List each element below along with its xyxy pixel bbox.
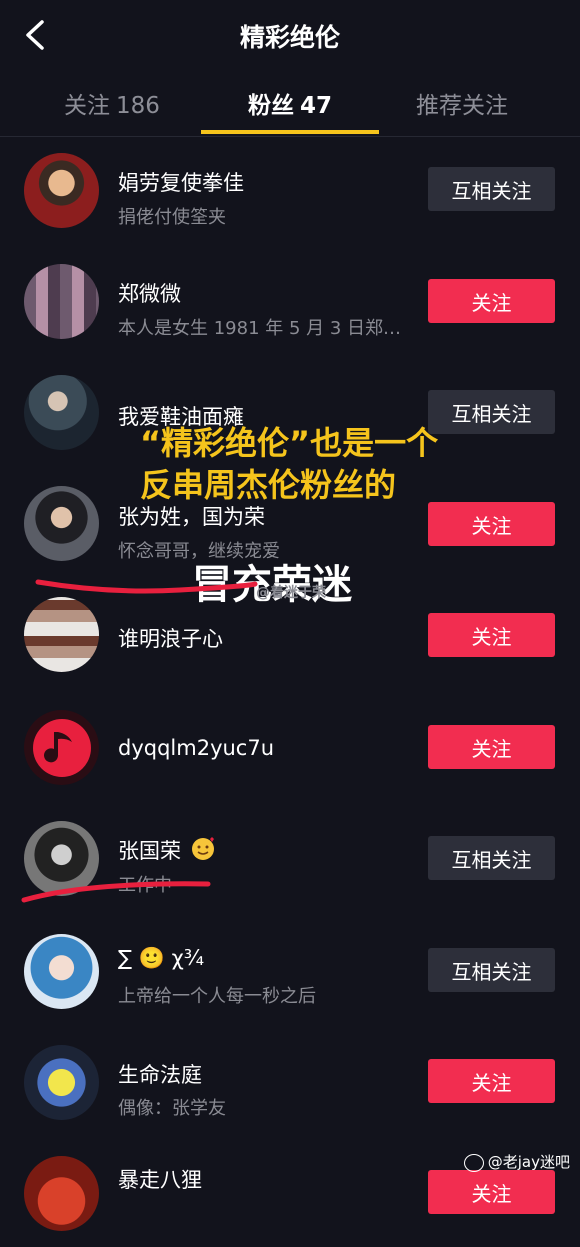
follow-button[interactable]: 关注 [428, 502, 555, 546]
avatar[interactable] [24, 1045, 99, 1120]
red-underline-stroke [21, 881, 211, 903]
user-bio: 本人是女生 1981 年 5 月 3 日郑… [118, 318, 402, 339]
user-name: 暴走八狸 [118, 1168, 202, 1192]
avatar[interactable] [24, 934, 99, 1009]
tab-fans-label: 粉丝 [248, 93, 294, 119]
follow-button[interactable]: 关注 [428, 279, 555, 323]
mutual-follow-button[interactable]: 互相关注 [428, 167, 555, 211]
annotation-line-1: “精彩绝伦”也是一个 [140, 424, 439, 462]
avatar[interactable] [24, 486, 99, 561]
user-name: 娟劳复使拳佳 [118, 171, 244, 195]
avatar[interactable] [24, 375, 99, 450]
tab-fans[interactable]: 粉丝 47 [248, 86, 332, 120]
follow-button[interactable]: 关注 [428, 1170, 555, 1214]
follow-button[interactable]: 关注 [428, 613, 555, 657]
avatar[interactable] [24, 597, 99, 672]
smiling-face-with-hearts-icon [191, 837, 214, 860]
user-bio: 上帝给一个人每一秒之后 [118, 986, 316, 1007]
list-item[interactable]: 娟劳复使拳佳 捐佬付使筌夹 互相关注 [0, 137, 580, 248]
user-name-text: 张国荣 [118, 839, 181, 863]
avatar[interactable] [24, 1156, 99, 1231]
follow-button[interactable]: 关注 [428, 725, 555, 769]
user-name: 张国荣 [118, 835, 216, 865]
user-bio: 偶像：张学友 [118, 1098, 226, 1119]
watermark-text: @老jay迷吧 [487, 1153, 570, 1171]
tab-recommended-label: 推荐关注 [416, 93, 508, 119]
user-name: ∑ 🙂 χ¾ [118, 946, 205, 970]
user-name: 谁明浪子心 [118, 627, 223, 651]
annotation-line-2: 反串周杰伦粉丝的 [140, 466, 397, 504]
tab-bar: 关注 186 粉丝 47 推荐关注 [0, 78, 580, 137]
nav-bar: 精彩绝伦 [0, 0, 580, 70]
mutual-follow-button[interactable]: 互相关注 [428, 948, 555, 992]
tab-recommended[interactable]: 推荐关注 [416, 86, 508, 120]
list-item[interactable]: dyqqlm2yuc7u 关注 [0, 692, 580, 803]
user-bio: 捐佬付使筌夹 [118, 207, 226, 228]
mutual-follow-button[interactable]: 互相关注 [428, 836, 555, 880]
red-underline-stroke [35, 579, 258, 594]
weibo-icon [463, 1153, 484, 1172]
follow-button[interactable]: 关注 [428, 1059, 555, 1103]
user-name: 郑微微 [118, 282, 181, 306]
user-name: 生命法庭 [118, 1063, 202, 1087]
tab-following-label: 关注 [64, 93, 110, 119]
annotation-faint-mark: @着迷于荣 [256, 585, 326, 601]
active-tab-indicator [201, 130, 379, 134]
list-item[interactable]: 生命法庭 偶像：张学友 关注 [0, 1025, 580, 1136]
avatar[interactable] [24, 153, 99, 228]
list-item[interactable]: ∑ 🙂 χ¾ 上帝给一个人每一秒之后 互相关注 [0, 914, 580, 1025]
user-name: dyqqlm2yuc7u [118, 736, 275, 760]
page-title: 精彩绝伦 [239, 23, 340, 52]
avatar[interactable] [24, 710, 99, 785]
tab-following-count: 186 [116, 93, 160, 119]
music-note-icon [32, 718, 91, 777]
tab-fans-count: 47 [300, 93, 333, 119]
avatar[interactable] [24, 264, 99, 339]
tab-following[interactable]: 关注 186 [64, 86, 160, 120]
watermark: @老jay迷吧 [463, 1151, 570, 1172]
list-item[interactable]: 郑微微 本人是女生 1981 年 5 月 3 日郑… 关注 [0, 248, 580, 359]
mutual-follow-button[interactable]: 互相关注 [428, 390, 555, 434]
